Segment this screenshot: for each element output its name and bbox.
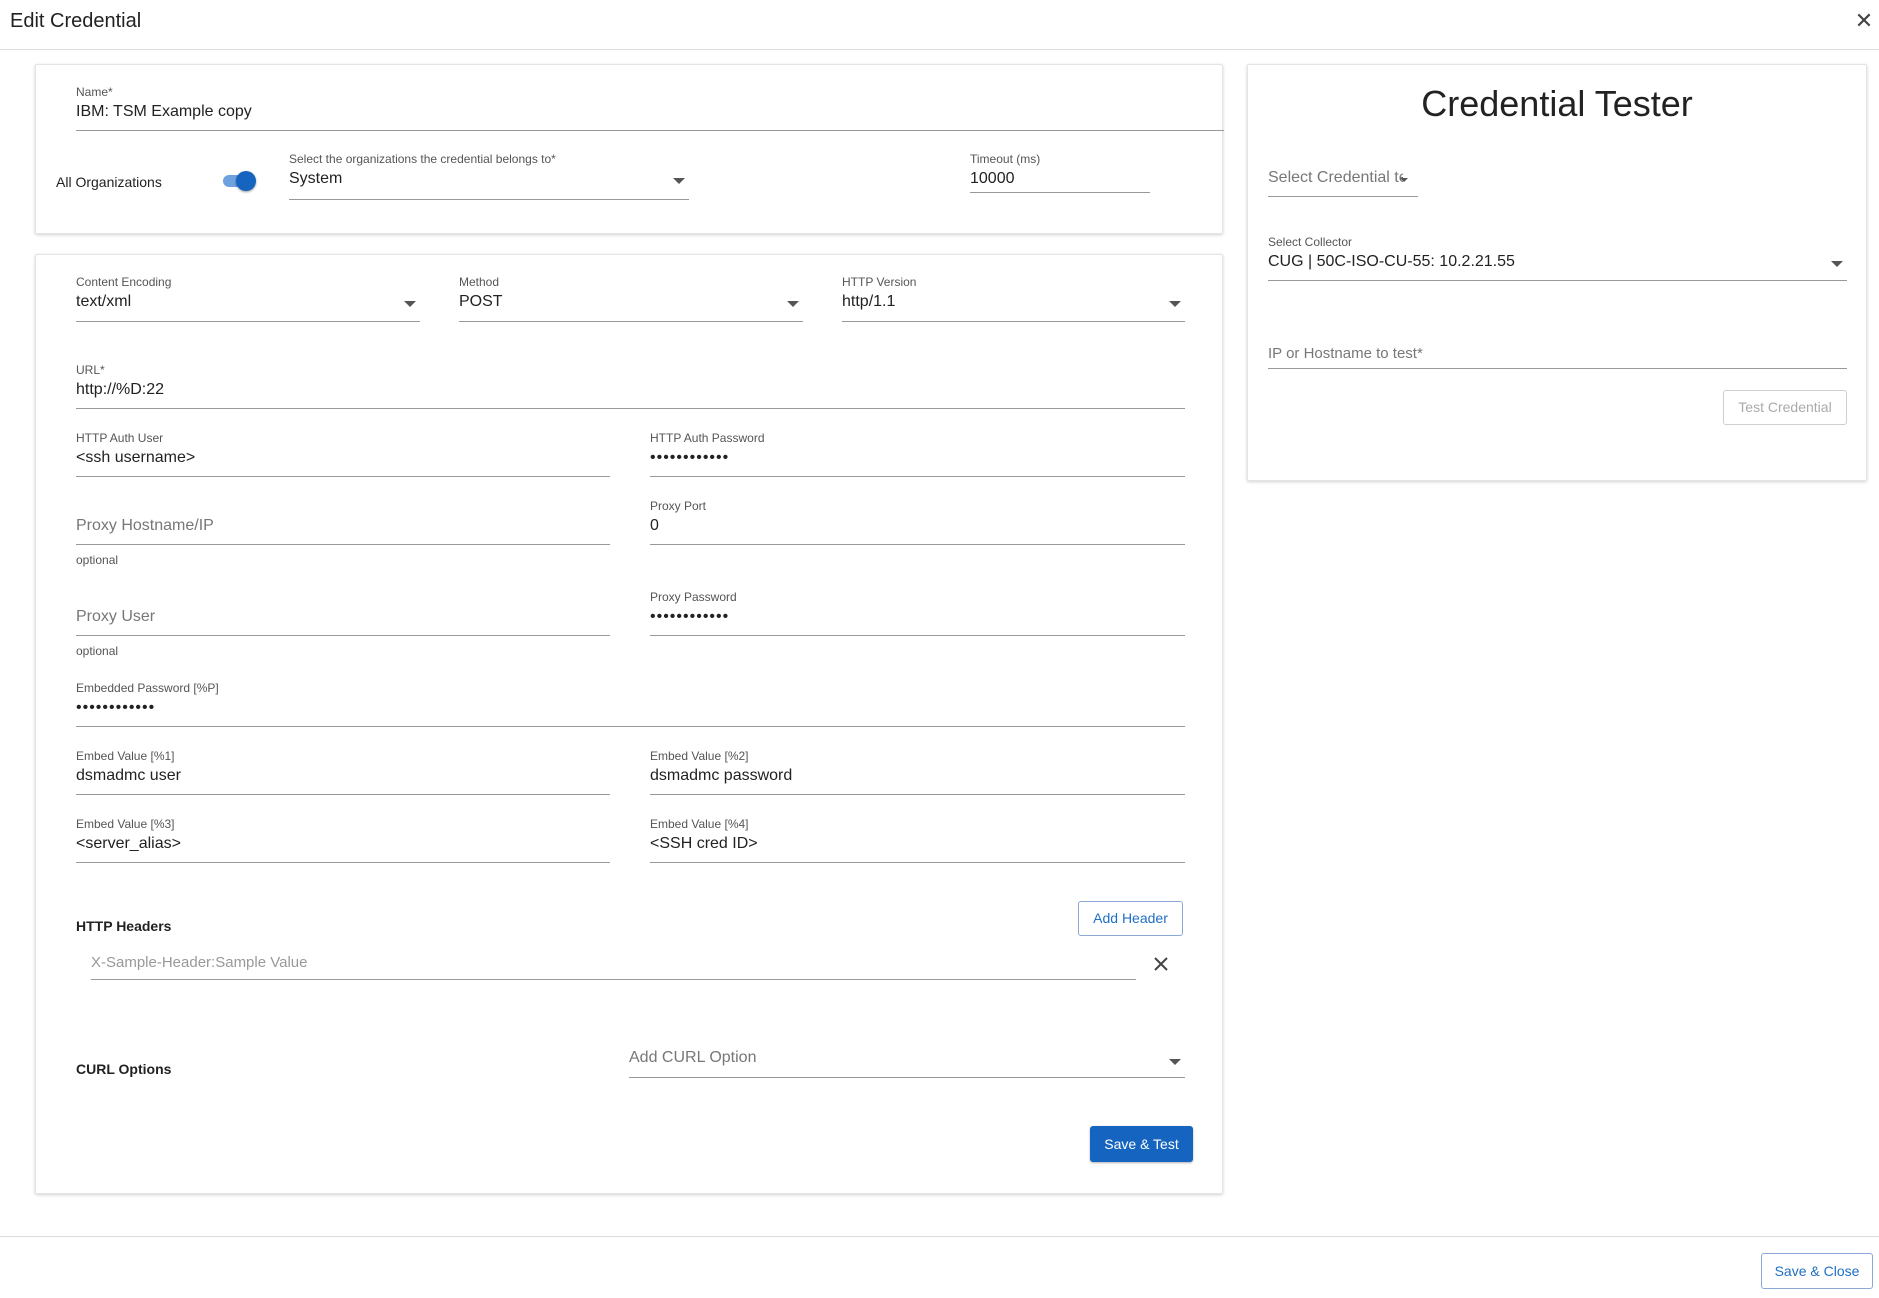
select-collector-value: CUG | 50C-ISO-CU-55: 10.2.21.55 (1268, 253, 1515, 270)
timeout-input[interactable]: 10000 (970, 170, 1015, 188)
organizations-value: System (289, 170, 343, 187)
http-headers-heading: HTTP Headers (76, 918, 172, 934)
proxy-user-input[interactable]: Proxy User (76, 608, 155, 626)
http-version-select[interactable]: HTTP Version http/1.1 (842, 275, 1185, 322)
embed-value-1-input[interactable]: dsmadmc user (76, 767, 181, 785)
proxy-hostname-field[interactable]: Proxy Hostname/IP (76, 517, 610, 545)
curl-options-heading: CURL Options (76, 1061, 172, 1077)
save-and-test-button[interactable]: Save & Test (1090, 1126, 1193, 1162)
embedded-password-input[interactable]: •••••••••••• (76, 699, 155, 717)
http-header-input-field[interactable]: X-Sample-Header:Sample Value (91, 954, 1136, 980)
http-auth-password-label: HTTP Auth Password (650, 431, 765, 445)
general-settings-card: Name* IBM: TSM Example copy All Organiza… (35, 64, 1224, 234)
chevron-down-icon (1169, 1059, 1181, 1065)
http-auth-user-label: HTTP Auth User (76, 431, 164, 445)
select-credential-dropdown[interactable]: Select Credential te... (1268, 167, 1418, 197)
http-auth-user-field[interactable]: HTTP Auth User <ssh username> (76, 431, 610, 477)
proxy-port-label: Proxy Port (650, 499, 707, 513)
chevron-down-icon (1400, 178, 1408, 182)
footer-divider (0, 1236, 1879, 1237)
add-header-button[interactable]: Add Header (1078, 901, 1183, 936)
chevron-down-icon (673, 178, 685, 184)
embed-value-4-field[interactable]: Embed Value [%4] <SSH cred ID> (650, 817, 1185, 863)
chevron-down-icon (404, 301, 416, 307)
select-credential-placeholder: Select Credential te... (1268, 169, 1403, 186)
embedded-password-field[interactable]: Embedded Password [%P] •••••••••••• (76, 681, 1185, 727)
method-label: Method (459, 275, 500, 289)
url-input[interactable]: http://%D:22 (76, 381, 164, 399)
proxy-port-input[interactable]: 0 (650, 517, 659, 535)
credential-tester-title: Credential Tester (1421, 83, 1693, 124)
url-label: URL (76, 363, 101, 377)
close-icon[interactable]: ✕ (1853, 8, 1875, 34)
ip-hostname-input[interactable]: IP or Hostname to test (1268, 345, 1417, 362)
embed-value-2-label: Embed Value [%2] (650, 749, 749, 763)
embed-value-3-input[interactable]: <server_alias> (76, 835, 181, 853)
name-field[interactable]: Name* IBM: TSM Example copy (76, 85, 1224, 131)
embedded-password-label: Embedded Password [%P] (76, 681, 219, 695)
required-mark: * (108, 85, 113, 99)
timeout-label: Timeout (ms) (970, 152, 1041, 166)
remove-header-icon[interactable] (1149, 952, 1173, 976)
proxy-password-input[interactable]: •••••••••••• (650, 608, 729, 626)
content-encoding-select[interactable]: Content Encoding text/xml (76, 275, 420, 322)
embed-value-1-label: Embed Value [%1] (76, 749, 175, 763)
proxy-hostname-input[interactable]: Proxy Hostname/IP (76, 517, 214, 535)
embed-value-2-field[interactable]: Embed Value [%2] dsmadmc password (650, 749, 1185, 795)
all-organizations-toggle[interactable] (221, 169, 257, 191)
name-label: Name (76, 85, 109, 99)
chevron-down-icon (1169, 301, 1181, 307)
http-version-value: http/1.1 (842, 293, 896, 310)
timeout-field[interactable]: Timeout (ms) 10000 (970, 152, 1150, 193)
credential-tester-card: Credential Tester Select Credential te..… (1247, 64, 1867, 481)
embed-value-2-input[interactable]: dsmadmc password (650, 767, 792, 785)
save-and-close-button[interactable]: Save & Close (1761, 1253, 1873, 1289)
http-version-label: HTTP Version (842, 275, 917, 289)
http-settings-card: Content Encoding text/xml Method POST HT… (35, 254, 1223, 1194)
curl-options-placeholder: Add CURL Option (629, 1049, 757, 1066)
proxy-password-label: Proxy Password (650, 590, 737, 604)
content-encoding-label: Content Encoding (76, 275, 172, 289)
embed-value-3-label: Embed Value [%3] (76, 817, 175, 831)
embed-value-1-field[interactable]: Embed Value [%1] dsmadmc user (76, 749, 610, 795)
proxy-user-helper: optional (76, 644, 119, 658)
all-organizations-label: All Organizations (56, 174, 162, 190)
organizations-select[interactable]: Select the organizations the credential … (289, 152, 689, 200)
http-auth-password-field[interactable]: HTTP Auth Password •••••••••••• (650, 431, 1185, 477)
proxy-password-field[interactable]: Proxy Password •••••••••••• (650, 590, 1185, 636)
curl-options-select[interactable]: Add CURL Option (629, 1049, 1185, 1078)
proxy-port-field[interactable]: Proxy Port 0 (650, 499, 1185, 545)
organizations-label: Select the organizations the credential … (289, 152, 552, 166)
select-collector-label: Select Collector (1268, 235, 1353, 249)
chevron-down-icon (1831, 261, 1843, 267)
http-auth-password-input[interactable]: •••••••••••• (650, 449, 729, 467)
embed-value-4-label: Embed Value [%4] (650, 817, 749, 831)
url-field[interactable]: URL* http://%D:22 (76, 363, 1185, 409)
embed-value-4-input[interactable]: <SSH cred ID> (650, 835, 758, 853)
content-encoding-value: text/xml (76, 293, 132, 310)
http-header-input[interactable]: X-Sample-Header:Sample Value (91, 954, 308, 971)
proxy-hostname-helper: optional (76, 553, 119, 567)
select-collector-dropdown[interactable]: Select Collector CUG | 50C-ISO-CU-55: 10… (1268, 235, 1847, 281)
chevron-down-icon (787, 301, 799, 307)
method-value: POST (459, 293, 503, 310)
dialog-title: Edit Credential (10, 10, 142, 32)
method-select[interactable]: Method POST (459, 275, 803, 322)
name-input[interactable]: IBM: TSM Example copy (76, 103, 252, 121)
dialog-header: Edit Credential ✕ (0, 0, 1879, 50)
test-credential-button[interactable]: Test Credential (1723, 390, 1847, 425)
embed-value-3-field[interactable]: Embed Value [%3] <server_alias> (76, 817, 610, 863)
proxy-user-field[interactable]: Proxy User (76, 608, 610, 636)
http-auth-user-input[interactable]: <ssh username> (76, 449, 195, 467)
ip-hostname-field[interactable]: IP or Hostname to test* (1268, 345, 1847, 369)
